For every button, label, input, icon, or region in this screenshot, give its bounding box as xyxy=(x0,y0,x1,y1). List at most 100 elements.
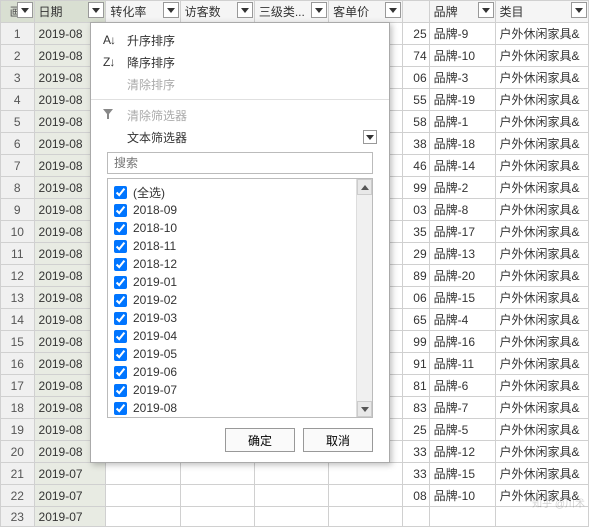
cell-brand[interactable]: 品牌-13 xyxy=(429,243,495,265)
cell-class[interactable]: 户外休闲家具& xyxy=(495,419,588,441)
cell-class[interactable]: 户外休闲家具& xyxy=(495,375,588,397)
filter-item[interactable]: 2018-11 xyxy=(114,237,350,255)
cell-brand[interactable]: 品牌-4 xyxy=(429,309,495,331)
row-number[interactable]: 2 xyxy=(1,45,35,67)
cell-num[interactable]: 29 xyxy=(403,243,429,265)
row-number[interactable]: 13 xyxy=(1,287,35,309)
cell-num[interactable]: 89 xyxy=(403,265,429,287)
dropdown-icon[interactable] xyxy=(478,2,494,18)
cell-num[interactable]: 06 xyxy=(403,67,429,89)
dropdown-icon[interactable] xyxy=(17,2,33,18)
filter-checkbox[interactable] xyxy=(114,330,127,343)
scroll-up-icon[interactable] xyxy=(357,179,372,195)
dropdown-icon[interactable] xyxy=(385,2,401,18)
cell-rate[interactable] xyxy=(106,485,180,507)
row-number[interactable]: 5 xyxy=(1,111,35,133)
dropdown-icon[interactable] xyxy=(88,2,104,18)
cancel-button[interactable]: 取消 xyxy=(303,428,373,452)
filter-item[interactable]: 2019-08 xyxy=(114,399,350,417)
cell-brand[interactable]: 品牌-11 xyxy=(429,353,495,375)
row-number[interactable]: 1 xyxy=(1,23,35,45)
cell-brand[interactable]: 品牌-14 xyxy=(429,155,495,177)
header-brand[interactable]: 品牌 xyxy=(429,1,495,23)
dropdown-icon[interactable] xyxy=(311,2,327,18)
row-number[interactable]: 6 xyxy=(1,133,35,155)
cell-num[interactable]: 55 xyxy=(403,89,429,111)
header-rate[interactable]: 转化率 xyxy=(106,1,180,23)
cell-brand[interactable]: 品牌-18 xyxy=(429,133,495,155)
cell-brand[interactable]: 品牌-2 xyxy=(429,177,495,199)
filter-checkbox[interactable] xyxy=(114,276,127,289)
row-number[interactable]: 11 xyxy=(1,243,35,265)
filter-item[interactable]: 2019-07 xyxy=(114,381,350,399)
cell-brand[interactable]: 品牌-8 xyxy=(429,199,495,221)
filter-checkbox[interactable] xyxy=(114,384,127,397)
cell-brand[interactable]: 品牌-15 xyxy=(429,463,495,485)
cell-class[interactable]: 户外休闲家具& xyxy=(495,23,588,45)
row-number[interactable]: 23 xyxy=(1,507,35,527)
cell-price[interactable] xyxy=(329,507,403,527)
row-number[interactable]: 12 xyxy=(1,265,35,287)
cell-num[interactable]: 33 xyxy=(403,463,429,485)
cell-num[interactable]: 99 xyxy=(403,331,429,353)
cell-num[interactable]: 25 xyxy=(403,419,429,441)
filter-item[interactable]: (全选) xyxy=(114,183,350,201)
cell-visitors[interactable] xyxy=(180,463,254,485)
cell-class[interactable]: 户外休闲家具& xyxy=(495,221,588,243)
cell-date[interactable]: 2019-07 xyxy=(34,463,106,485)
row-number[interactable]: 9 xyxy=(1,199,35,221)
cell-visitors[interactable] xyxy=(180,507,254,527)
row-number[interactable]: 8 xyxy=(1,177,35,199)
filter-item[interactable]: 2019-06 xyxy=(114,363,350,381)
cell-class[interactable]: 户外休闲家具& xyxy=(495,309,588,331)
cell-num[interactable]: 58 xyxy=(403,111,429,133)
cell-num[interactable]: 08 xyxy=(403,485,429,507)
cell-brand[interactable]: 品牌-10 xyxy=(429,45,495,67)
cell-class[interactable]: 户外休闲家具& xyxy=(495,287,588,309)
cell-class[interactable]: 户外休闲家具& xyxy=(495,243,588,265)
filter-search-input[interactable] xyxy=(107,152,373,174)
dropdown-icon[interactable] xyxy=(163,2,179,18)
cell-class[interactable]: 户外休闲家具& xyxy=(495,155,588,177)
row-number[interactable]: 15 xyxy=(1,331,35,353)
table-row[interactable]: 232019-07 xyxy=(1,507,589,527)
filter-checkbox[interactable] xyxy=(114,222,127,235)
cell-rate[interactable] xyxy=(106,463,180,485)
cell-num[interactable]: 65 xyxy=(403,309,429,331)
cell-cat3[interactable] xyxy=(254,485,328,507)
cell-brand[interactable]: 品牌-1 xyxy=(429,111,495,133)
row-number[interactable]: 19 xyxy=(1,419,35,441)
row-number[interactable]: 16 xyxy=(1,353,35,375)
cell-num[interactable]: 06 xyxy=(403,287,429,309)
cell-rate[interactable] xyxy=(106,507,180,527)
cell-class[interactable]: 户外休闲家具& xyxy=(495,199,588,221)
cell-brand[interactable]: 品牌-16 xyxy=(429,331,495,353)
header-price[interactable]: 客单价 xyxy=(329,1,403,23)
cell-class[interactable]: 户外休闲家具& xyxy=(495,463,588,485)
dropdown-icon[interactable] xyxy=(571,2,587,18)
text-filter-item[interactable]: 文本筛选器 xyxy=(91,126,389,148)
cell-class[interactable]: 户外休闲家具& xyxy=(495,133,588,155)
row-number[interactable]: 4 xyxy=(1,89,35,111)
cell-class[interactable] xyxy=(495,507,588,527)
cell-cat3[interactable] xyxy=(254,507,328,527)
cell-class[interactable]: 户外休闲家具& xyxy=(495,353,588,375)
cell-brand[interactable]: 品牌-12 xyxy=(429,441,495,463)
cell-brand[interactable] xyxy=(429,507,495,527)
sort-desc-item[interactable]: Z↓降序排序 xyxy=(91,51,389,73)
cell-brand[interactable]: 品牌-10 xyxy=(429,485,495,507)
cell-num[interactable]: 38 xyxy=(403,133,429,155)
header-date[interactable]: 日期 xyxy=(34,1,106,23)
cell-class[interactable]: 户外休闲家具& xyxy=(495,331,588,353)
cell-date[interactable]: 2019-07 xyxy=(34,485,106,507)
filter-checkbox[interactable] xyxy=(114,240,127,253)
row-number[interactable]: 10 xyxy=(1,221,35,243)
sort-asc-item[interactable]: A↓升序排序 xyxy=(91,29,389,51)
filter-item[interactable]: 2019-03 xyxy=(114,309,350,327)
cell-class[interactable]: 户外休闲家具& xyxy=(495,111,588,133)
cell-class[interactable]: 户外休闲家具& xyxy=(495,177,588,199)
cell-brand[interactable]: 品牌-7 xyxy=(429,397,495,419)
row-number[interactable]: 7 xyxy=(1,155,35,177)
cell-num[interactable]: 03 xyxy=(403,199,429,221)
header-num[interactable] xyxy=(403,1,429,23)
